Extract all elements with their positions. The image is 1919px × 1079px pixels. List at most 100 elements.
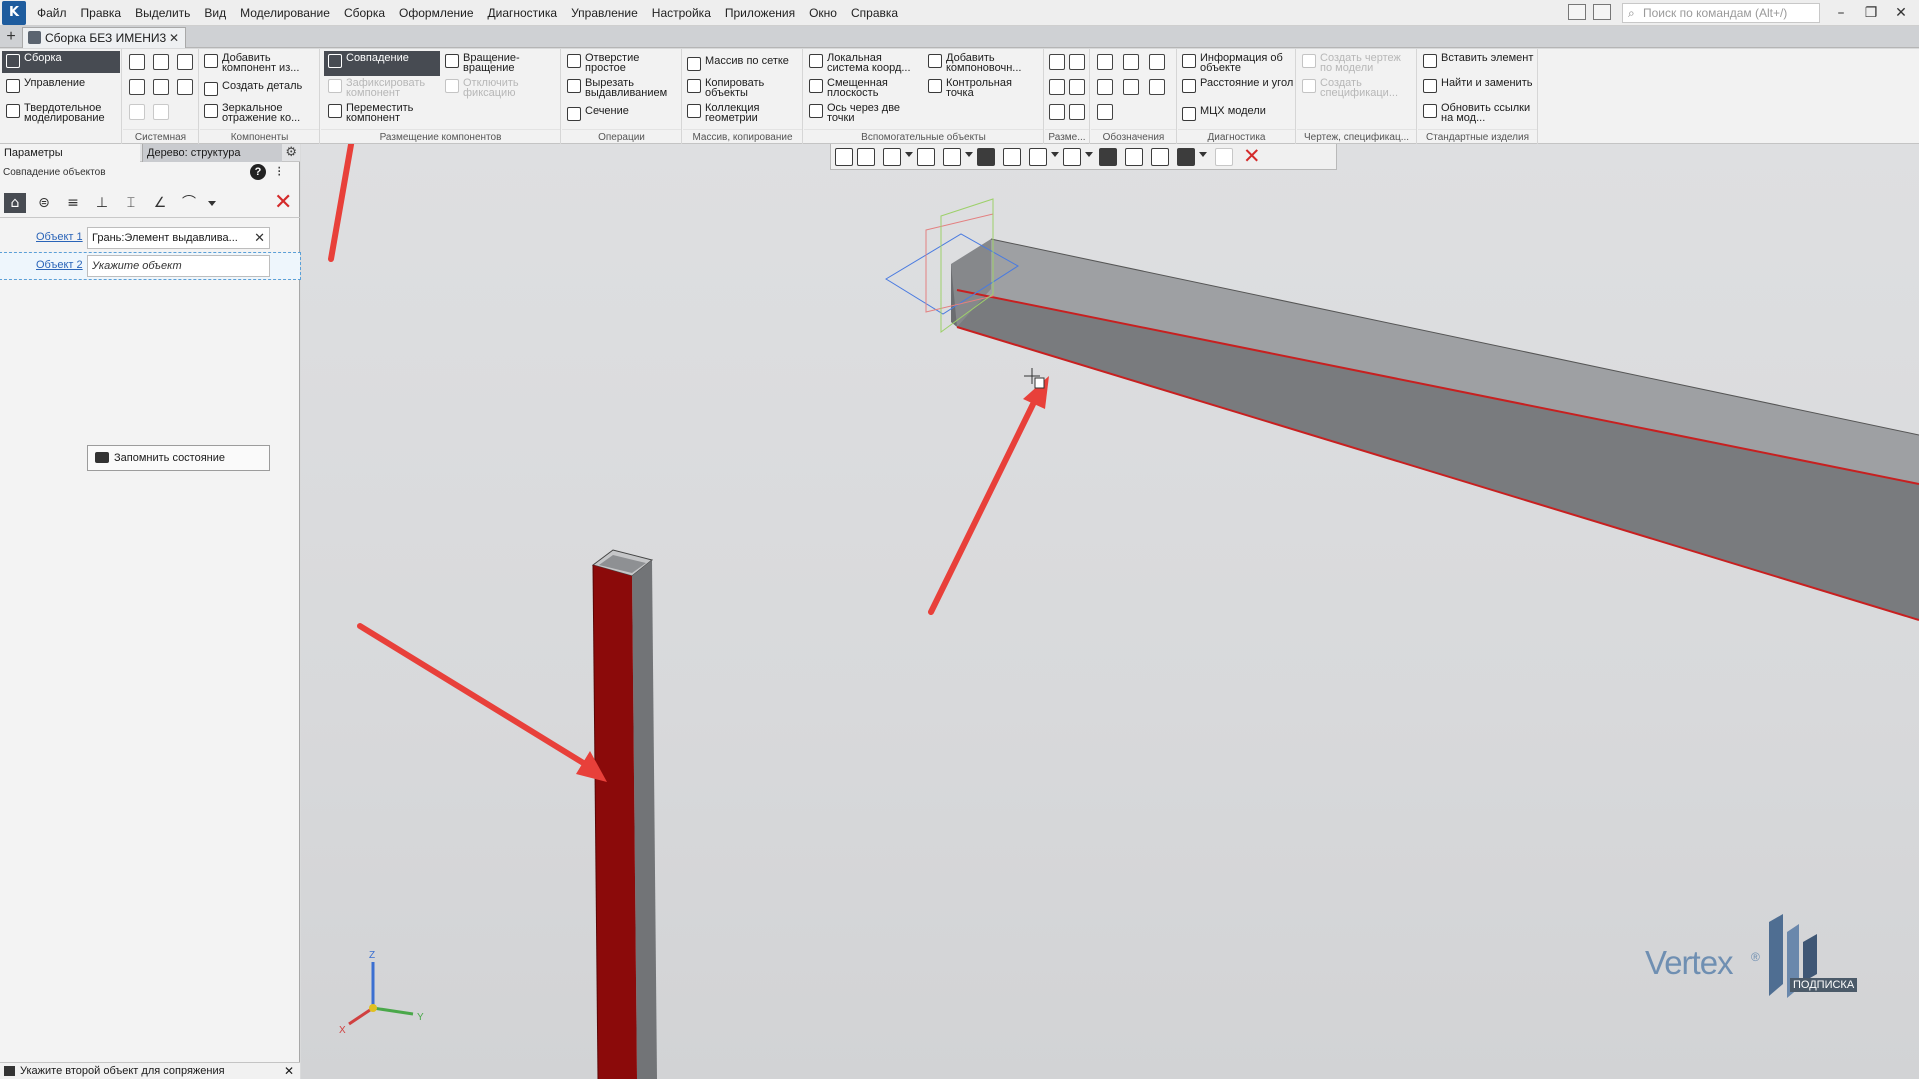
restore-button[interactable]: ❐ bbox=[1856, 0, 1886, 26]
menu-select[interactable]: Выделить bbox=[128, 0, 197, 26]
distance-angle-button[interactable]: Расстояние и угол bbox=[1182, 76, 1294, 101]
offset-plane-button[interactable]: Смещенная плоскость bbox=[809, 76, 923, 101]
cancel-command-icon[interactable]: ✕ bbox=[274, 192, 292, 214]
mass-props-button[interactable]: МЦХ модели bbox=[1182, 104, 1294, 129]
tab-parameters[interactable]: Параметры bbox=[0, 144, 140, 162]
minimize-button[interactable]: – bbox=[1826, 0, 1856, 26]
object2-label[interactable]: Объект 2 bbox=[36, 259, 83, 271]
filter-icon[interactable] bbox=[1177, 148, 1195, 166]
object1-field[interactable]: Грань:Элемент выдавлива... ✕ bbox=[87, 227, 270, 249]
position-icon[interactable] bbox=[1123, 79, 1139, 95]
open-icon[interactable] bbox=[153, 54, 169, 70]
command-search-input[interactable]: ⌕ Поиск по командам (Alt+/) bbox=[1622, 3, 1820, 23]
roughness-icon[interactable] bbox=[1123, 54, 1139, 70]
axis-two-points-button[interactable]: Ось через две точки bbox=[809, 101, 923, 126]
move-component-button[interactable]: Переместить компонент bbox=[328, 101, 438, 126]
mirror-component-button[interactable]: Зеркальное отражение ко... bbox=[204, 101, 318, 126]
document-tab[interactable]: Сборка БЕЗ ИМЕНИ3 ✕ bbox=[22, 27, 186, 48]
zoom-icon[interactable] bbox=[883, 148, 901, 166]
post-selected-face[interactable] bbox=[593, 565, 637, 1079]
base-icon[interactable] bbox=[1149, 54, 1165, 70]
fit-view-icon[interactable] bbox=[857, 148, 875, 166]
add-component-button[interactable]: Добавить компонент из... bbox=[204, 51, 318, 76]
mode-solid-modeling[interactable]: Твердотельное моделирование bbox=[2, 101, 120, 127]
menu-apps[interactable]: Приложения bbox=[718, 0, 802, 26]
mode-assembly[interactable]: Сборка bbox=[2, 51, 120, 73]
concentric-type-icon[interactable]: ⊜ bbox=[33, 193, 55, 213]
filter-dropdown-icon[interactable] bbox=[1199, 152, 1207, 157]
coincidence-type-icon[interactable]: ⌂ bbox=[4, 193, 26, 213]
layout-split-icon[interactable] bbox=[1593, 4, 1611, 20]
create-drawing-button[interactable]: Создать чертеж по модели bbox=[1302, 51, 1414, 76]
menu-management[interactable]: Управление bbox=[564, 0, 645, 26]
new-tab-button[interactable]: + bbox=[2, 28, 20, 46]
section-view-icon[interactable] bbox=[1125, 148, 1143, 166]
clear-object1-icon[interactable]: ✕ bbox=[254, 228, 265, 248]
vertical-post[interactable] bbox=[591, 549, 657, 1079]
help-icon[interactable]: ? bbox=[250, 164, 266, 180]
find-replace-button[interactable]: Найти и заменить bbox=[1423, 76, 1535, 101]
angle-type-icon[interactable]: ∠ bbox=[149, 193, 171, 213]
orientation-dropdown-icon[interactable] bbox=[965, 152, 973, 157]
tangent-type-icon[interactable]: ⌒ bbox=[178, 193, 200, 213]
menu-view[interactable]: Вид bbox=[197, 0, 233, 26]
weld-icon[interactable] bbox=[1097, 104, 1113, 120]
tab-tree-structure[interactable]: Дерево: структура bbox=[142, 144, 282, 162]
layout-single-icon[interactable] bbox=[1568, 4, 1586, 20]
section-button[interactable]: Сечение bbox=[567, 104, 679, 129]
local-cs-button[interactable]: Локальная система коорд... bbox=[809, 51, 923, 76]
save-icon[interactable] bbox=[177, 54, 193, 70]
grid-icon[interactable] bbox=[835, 148, 853, 166]
parallel-type-icon[interactable]: ≡ bbox=[62, 193, 84, 213]
hole-button[interactable]: Отверстие простое bbox=[567, 51, 679, 76]
menu-edit[interactable]: Правка bbox=[74, 0, 129, 26]
object-info-button[interactable]: Информация об объекте bbox=[1182, 51, 1294, 76]
save-state-button[interactable]: Запомнить состояние bbox=[87, 445, 270, 471]
object1-label[interactable]: Объект 1 bbox=[36, 231, 83, 243]
menu-formatting[interactable]: Оформление bbox=[392, 0, 480, 26]
orientation-icon[interactable] bbox=[943, 148, 961, 166]
undo-icon[interactable] bbox=[129, 104, 145, 120]
shaded-mode-icon[interactable] bbox=[977, 148, 995, 166]
angular-dim-icon[interactable] bbox=[1049, 79, 1065, 95]
app-logo-icon[interactable]: K bbox=[2, 0, 26, 25]
3d-viewport[interactable]: Z Y X ✕ Vertex ® ПОДПИСКА bbox=[301, 144, 1919, 1079]
menu-window[interactable]: Окно bbox=[802, 0, 844, 26]
auto-dim-icon[interactable] bbox=[1049, 104, 1065, 120]
add-layout-button[interactable]: Добавить компоновочн... bbox=[928, 51, 1042, 76]
constraints-display-icon[interactable] bbox=[1099, 148, 1117, 166]
tree-toggle-icon[interactable]: ⁝ bbox=[277, 164, 281, 180]
chevron-down-icon[interactable] bbox=[208, 201, 216, 206]
save-all-icon[interactable] bbox=[177, 79, 193, 95]
unfix-button[interactable]: Отключить фиксацию bbox=[445, 76, 555, 101]
marking-icon[interactable] bbox=[1149, 79, 1165, 95]
coincidence-button[interactable]: Совпадение bbox=[324, 51, 440, 76]
camera-dropdown-icon[interactable] bbox=[1085, 152, 1093, 157]
control-point-button[interactable]: Контрольная точка bbox=[928, 76, 1042, 101]
menu-diagnostics[interactable]: Диагностика bbox=[481, 0, 565, 26]
menu-settings[interactable]: Настройка bbox=[645, 0, 718, 26]
rotate-view-icon[interactable] bbox=[917, 148, 935, 166]
linear-dim-icon[interactable] bbox=[1049, 54, 1065, 70]
new-doc-icon[interactable] bbox=[129, 54, 145, 70]
tolerance-icon[interactable] bbox=[1097, 79, 1113, 95]
edit-disabled-icon[interactable] bbox=[1215, 148, 1233, 166]
geometry-collection-button[interactable]: Коллекция геометрии bbox=[687, 101, 801, 126]
leader-icon[interactable] bbox=[1097, 54, 1113, 70]
close-window-button[interactable]: ✕ bbox=[1886, 0, 1916, 26]
cancel-view-icon[interactable]: ✕ bbox=[1243, 145, 1261, 167]
zoom-dropdown-icon[interactable] bbox=[905, 152, 913, 157]
preview-icon[interactable] bbox=[153, 79, 169, 95]
cut-extrude-button[interactable]: Вырезать выдавливанием bbox=[567, 76, 679, 101]
object2-field[interactable]: Укажите объект bbox=[87, 255, 270, 277]
menu-assembly[interactable]: Сборка bbox=[337, 0, 392, 26]
gear-icon[interactable]: ⚙ bbox=[285, 145, 297, 160]
camera-view-icon[interactable] bbox=[1063, 148, 1081, 166]
create-spec-button[interactable]: Создать спецификаци... bbox=[1302, 76, 1414, 101]
redo-icon[interactable] bbox=[153, 104, 169, 120]
menu-modeling[interactable]: Моделирование bbox=[233, 0, 337, 26]
layers-icon[interactable] bbox=[1151, 148, 1169, 166]
insert-element-button[interactable]: Вставить элемент bbox=[1423, 51, 1535, 76]
hide-show-icon[interactable] bbox=[1029, 148, 1047, 166]
menu-file[interactable]: Файл bbox=[30, 0, 74, 26]
